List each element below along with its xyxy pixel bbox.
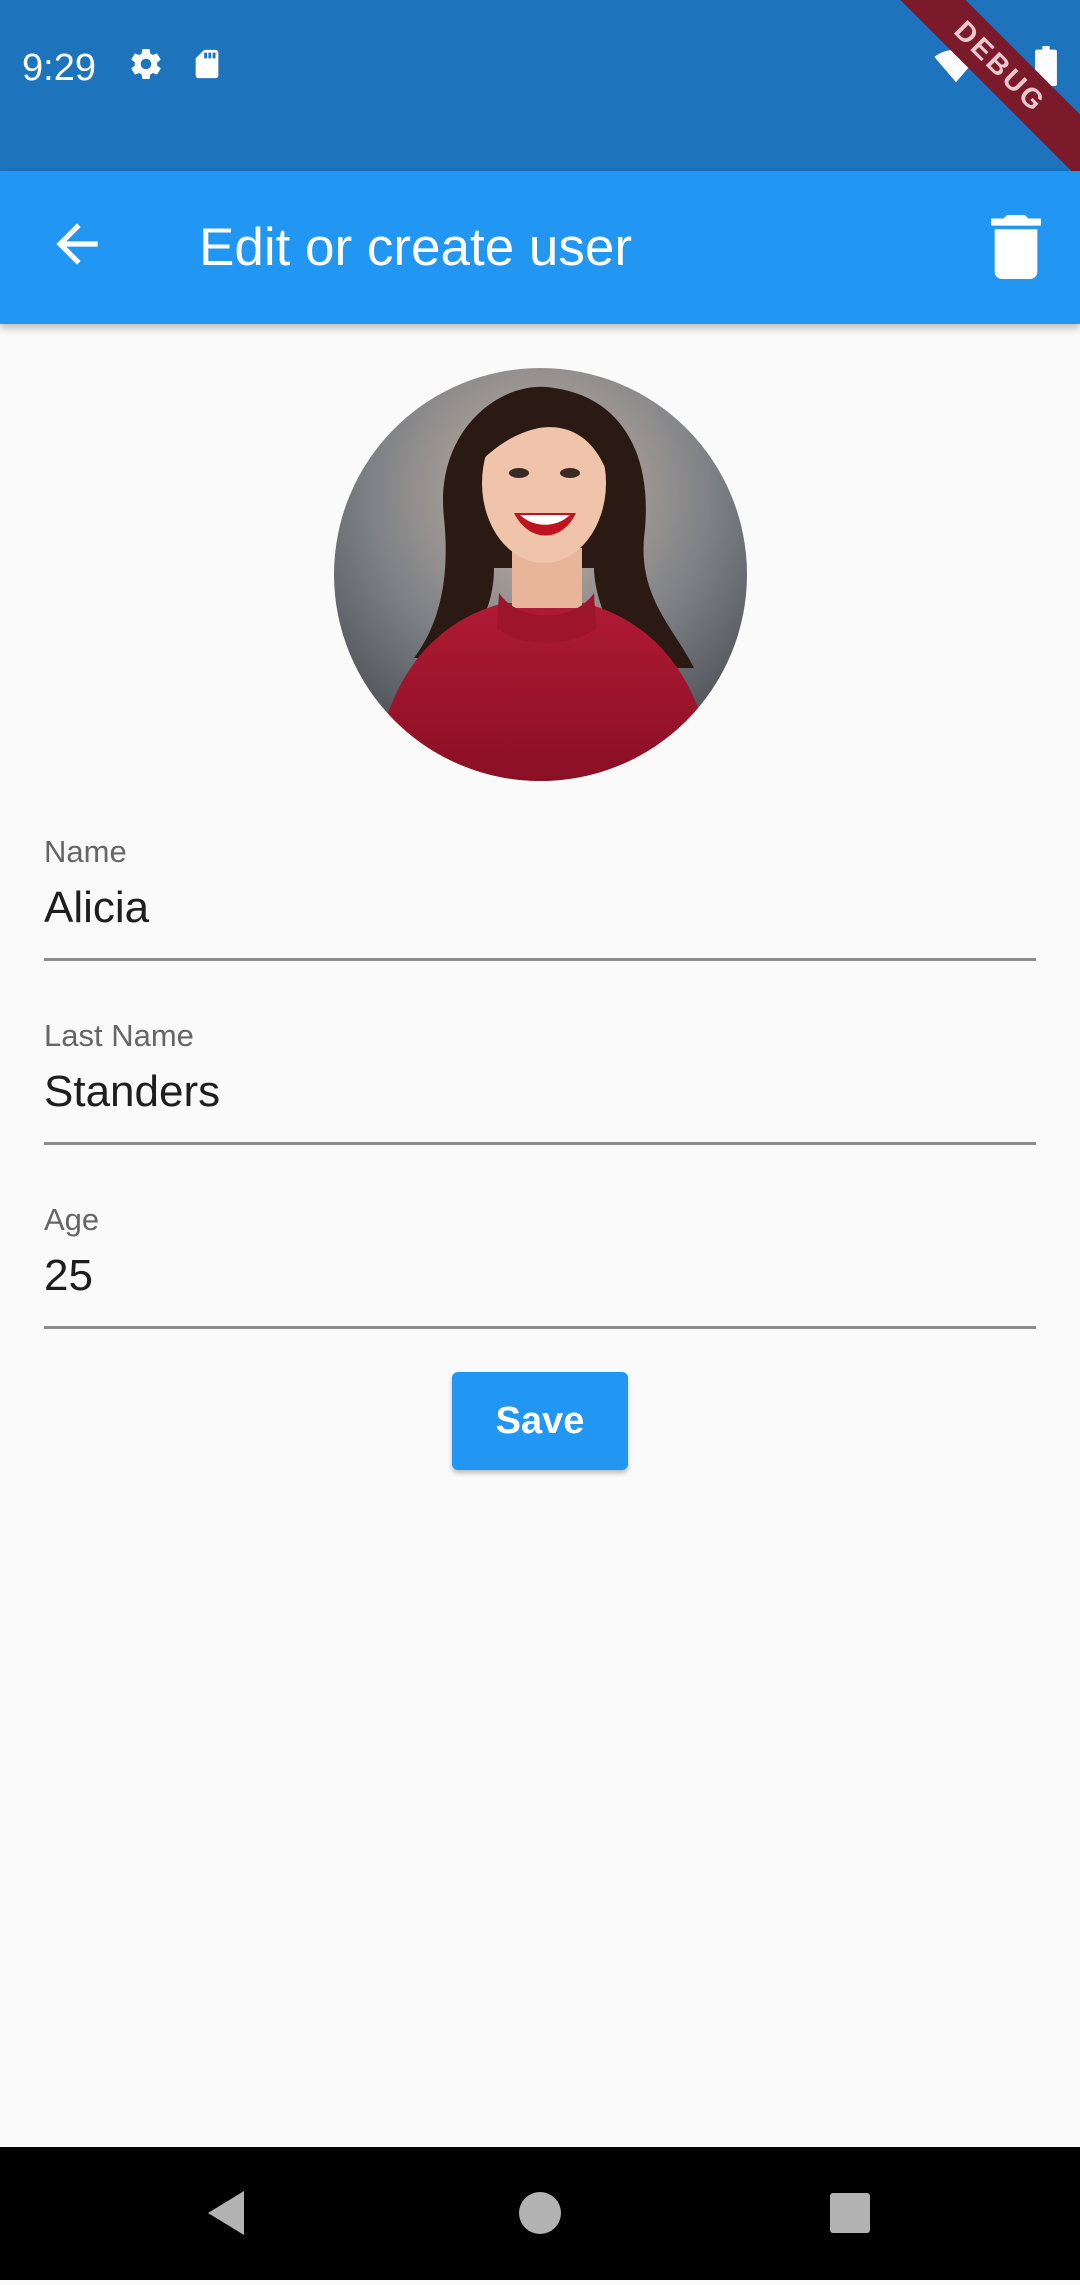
nav-home-button[interactable]: [480, 2147, 600, 2280]
back-triangle-icon: [208, 2191, 244, 2235]
home-circle-icon: [519, 2192, 561, 2234]
last-name-label: Last Name: [44, 1018, 194, 1053]
age-underline: [44, 1326, 1036, 1329]
gear-icon: [128, 46, 164, 87]
name-label: Name: [44, 834, 127, 869]
debug-banner: DEBUG: [877, 0, 1080, 190]
status-bar: 9:29 DEBUG: [0, 0, 1080, 190]
avatar-photo: [334, 368, 747, 781]
save-button[interactable]: Save: [452, 1372, 628, 1470]
name-underline: [44, 958, 1036, 961]
system-nav-bar: [0, 2147, 1080, 2280]
name-input[interactable]: [44, 878, 1036, 938]
sd-card-icon: [190, 46, 224, 87]
arrow-back-icon: [56, 223, 98, 265]
last-name-underline: [44, 1142, 1036, 1145]
user-avatar[interactable]: [334, 368, 747, 781]
age-input[interactable]: [44, 1246, 1036, 1306]
app-bar: Edit or create user: [0, 171, 1080, 324]
age-field: Age: [44, 1200, 1036, 1329]
age-label: Age: [44, 1202, 100, 1237]
last-name-field: Last Name: [44, 1016, 1036, 1145]
delete-button[interactable]: [986, 215, 1046, 279]
back-button[interactable]: [46, 213, 108, 275]
name-field: Name: [44, 832, 1036, 961]
nav-recents-button[interactable]: [790, 2147, 910, 2280]
recents-square-icon: [830, 2193, 870, 2233]
nav-back-button[interactable]: [166, 2147, 286, 2280]
status-time: 9:29: [22, 47, 96, 89]
last-name-input[interactable]: [44, 1062, 1036, 1122]
trash-icon: [991, 215, 1041, 279]
page-title: Edit or create user: [199, 218, 633, 277]
